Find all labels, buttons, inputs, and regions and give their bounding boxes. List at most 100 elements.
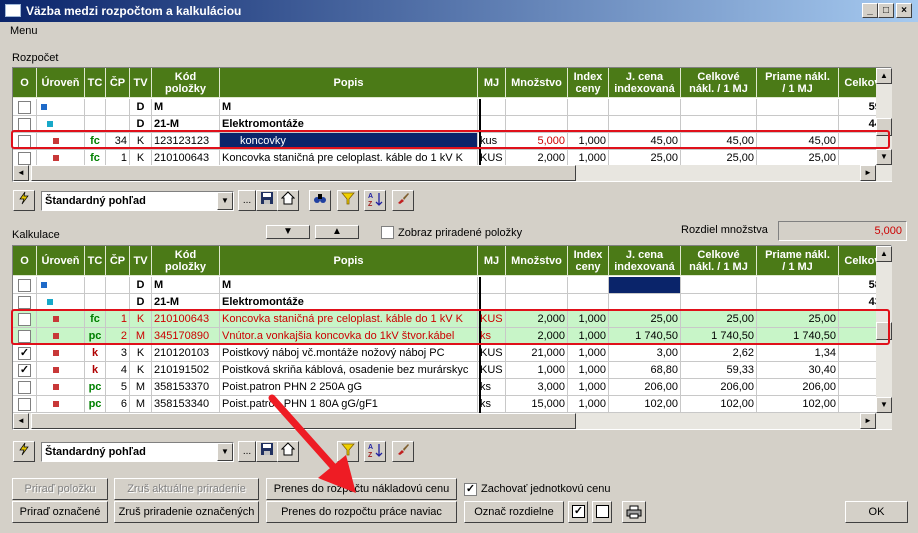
column-header[interactable]: Priame nákl. / 1 MJ: [757, 246, 839, 276]
filter-icon[interactable]: [337, 441, 359, 462]
table-cell: M: [130, 379, 152, 396]
column-header[interactable]: Množstvo: [506, 68, 568, 98]
row-checkbox[interactable]: [18, 152, 31, 165]
column-header[interactable]: J. cena indexovaná: [609, 68, 681, 98]
scroll-left-arrow-icon[interactable]: ◄: [13, 413, 29, 429]
table-cell[interactable]: [13, 99, 37, 116]
home-icon[interactable]: [277, 441, 299, 462]
brush-icon[interactable]: [392, 441, 414, 462]
printer-icon: [626, 505, 642, 519]
lightning-icon[interactable]: [13, 190, 35, 211]
table-cell: [478, 99, 506, 116]
row-checkbox[interactable]: ✓: [18, 364, 31, 377]
zrus-aktualne-button[interactable]: Zruš aktuálne priradenie: [114, 478, 259, 500]
scroll-right-arrow-icon[interactable]: ►: [860, 165, 876, 181]
scroll-up-arrow-icon[interactable]: ▲: [876, 246, 892, 262]
save-icon[interactable]: [256, 441, 278, 462]
table-cell[interactable]: [13, 396, 37, 413]
column-header[interactable]: O: [13, 246, 37, 276]
scroll-down-arrow-icon[interactable]: ▼: [876, 149, 892, 165]
sort-az-icon[interactable]: AZ: [364, 190, 386, 211]
column-header[interactable]: Priame nákl. / 1 MJ: [757, 68, 839, 98]
check-all-button[interactable]: ✓: [568, 501, 588, 523]
binoculars-icon[interactable]: [309, 190, 331, 211]
hscroll-thumb[interactable]: [31, 413, 576, 429]
zobraz-priradene-checkbox[interactable]: [381, 226, 394, 239]
column-header[interactable]: Popis: [220, 68, 478, 98]
table-cell: [568, 277, 609, 294]
scroll-right-arrow-icon[interactable]: ►: [860, 413, 876, 429]
chevron-down-icon[interactable]: ▼: [217, 192, 233, 210]
column-header[interactable]: Index ceny: [568, 68, 609, 98]
move-down-arrow-icon[interactable]: ▼: [266, 225, 310, 239]
rozpocet-hscroll[interactable]: ◄ ►: [13, 165, 892, 181]
prenes-prace-naviac-button[interactable]: Prenes do rozpočtu práce naviac: [266, 501, 457, 523]
zachovat-checkbox[interactable]: ✓: [464, 483, 477, 496]
column-header[interactable]: TC: [85, 246, 106, 276]
maximize-button[interactable]: □: [878, 3, 894, 18]
table-cell[interactable]: ✓: [13, 362, 37, 379]
uncheck-all-button[interactable]: [592, 501, 612, 523]
scroll-up-arrow-icon[interactable]: ▲: [876, 68, 892, 84]
column-header[interactable]: ČP: [106, 68, 130, 98]
column-header[interactable]: Index ceny: [568, 246, 609, 276]
row-checkbox[interactable]: [18, 381, 31, 394]
home-icon[interactable]: [277, 190, 299, 211]
rozpocet-vscroll[interactable]: ▲ ▼: [876, 68, 892, 165]
zrus-oznacene-button[interactable]: Zruš priradenie označených: [114, 501, 259, 523]
column-header[interactable]: J. cena indexovaná: [609, 246, 681, 276]
table-cell[interactable]: [13, 277, 37, 294]
level-marker-icon: [53, 384, 59, 390]
scroll-left-arrow-icon[interactable]: ◄: [13, 165, 29, 181]
column-header[interactable]: Celkové nákl. / 1 MJ: [681, 246, 757, 276]
hscroll-thumb[interactable]: [31, 165, 576, 181]
column-header[interactable]: TV: [130, 68, 152, 98]
column-header[interactable]: Popis: [220, 246, 478, 276]
table-cell: M: [220, 277, 478, 294]
prirad-polozku-button[interactable]: Priraď položku: [12, 478, 108, 500]
browse-button[interactable]: ...: [238, 441, 256, 462]
minimize-button[interactable]: _: [862, 3, 878, 18]
column-header[interactable]: Úroveň: [37, 68, 85, 98]
prirad-oznacene-button[interactable]: Priraď označené: [12, 501, 108, 523]
oznac-rozdielne-button[interactable]: Označ rozdielne: [464, 501, 564, 523]
close-button[interactable]: ×: [896, 3, 912, 18]
table-cell[interactable]: ✓: [13, 345, 37, 362]
browse-button[interactable]: ...: [238, 190, 256, 211]
kalkulace-hscroll[interactable]: ◄ ►: [13, 413, 892, 429]
print-button[interactable]: [622, 501, 646, 523]
brush-icon[interactable]: [392, 190, 414, 211]
table-cell: [506, 99, 568, 116]
scroll-down-arrow-icon[interactable]: ▼: [876, 397, 892, 413]
row-checkbox[interactable]: [18, 398, 31, 411]
row-checkbox[interactable]: [18, 296, 31, 309]
table-cell: ks: [478, 396, 506, 413]
column-header[interactable]: O: [13, 68, 37, 98]
view-select-1[interactable]: Štandardný pohľad ▼: [41, 191, 234, 211]
column-header[interactable]: Celkové nákl. / 1 MJ: [681, 68, 757, 98]
column-header[interactable]: TV: [130, 246, 152, 276]
column-header[interactable]: Kód položky: [152, 246, 220, 276]
column-header[interactable]: Množstvo: [506, 246, 568, 276]
filter-icon[interactable]: [337, 190, 359, 211]
view-select-2[interactable]: Štandardný pohľad ▼: [41, 442, 234, 462]
menu[interactable]: Menu: [10, 25, 38, 37]
sort-az-icon[interactable]: AZ: [364, 441, 386, 462]
prenes-nakladovu-cenu-button[interactable]: Prenes do rozpočtu nákladovú cenu: [266, 478, 457, 500]
ok-button[interactable]: OK: [845, 501, 908, 523]
table-cell[interactable]: [13, 379, 37, 396]
chevron-down-icon[interactable]: ▼: [217, 443, 233, 461]
row-checkbox[interactable]: ✓: [18, 347, 31, 360]
row-checkbox[interactable]: [18, 101, 31, 114]
column-header[interactable]: Kód položky: [152, 68, 220, 98]
row-checkbox[interactable]: [18, 279, 31, 292]
lightning-icon[interactable]: [13, 441, 35, 462]
column-header[interactable]: TC: [85, 68, 106, 98]
column-header[interactable]: MJ: [478, 246, 506, 276]
window-icon: [5, 4, 21, 17]
column-header[interactable]: MJ: [478, 68, 506, 98]
save-icon[interactable]: [256, 190, 278, 211]
move-up-arrow-icon[interactable]: ▲: [315, 225, 359, 239]
column-header[interactable]: ČP: [106, 246, 130, 276]
column-header[interactable]: Úroveň: [37, 246, 85, 276]
